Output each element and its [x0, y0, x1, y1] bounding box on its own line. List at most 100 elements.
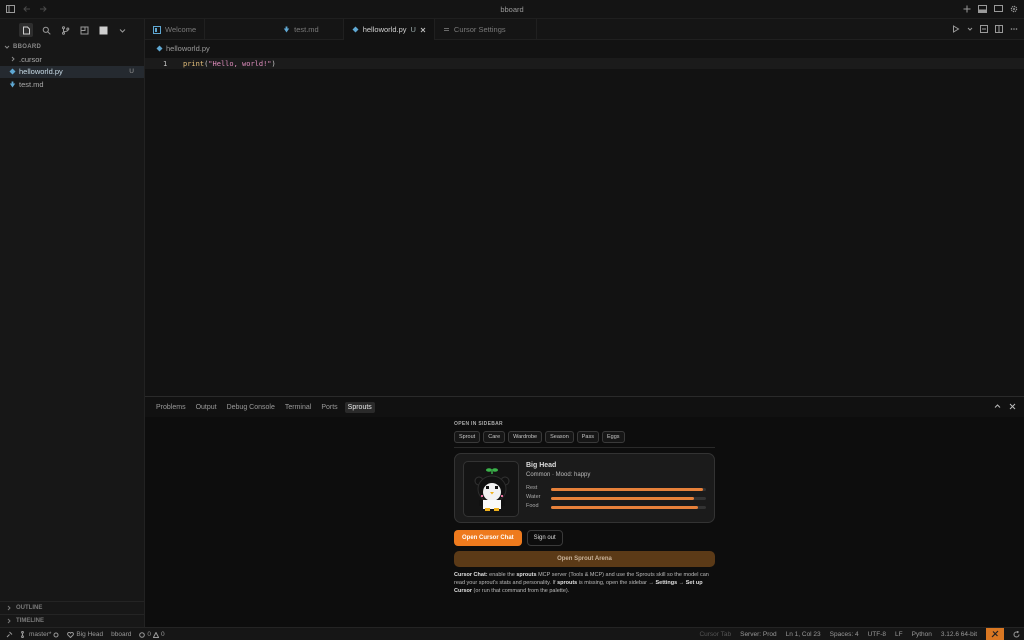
- refresh-icon[interactable]: [1013, 630, 1020, 638]
- tree-item-label: helloworld.py: [19, 67, 63, 77]
- error-count: 0: [147, 631, 152, 638]
- open-cursor-chat-button[interactable]: Open Cursor Chat: [454, 530, 522, 546]
- chevron-down-icon[interactable]: [116, 24, 128, 36]
- tab-helloworld[interactable]: helloworld.py U: [343, 19, 435, 40]
- chevron-down-icon: [4, 44, 10, 50]
- interpreter-version[interactable]: 3.12.6 64-bit: [941, 631, 977, 638]
- tree-item-test-md[interactable]: test.md: [0, 78, 144, 91]
- tab-label: Welcome: [165, 25, 197, 34]
- timeline-section[interactable]: TIMELINE: [0, 614, 144, 627]
- run-icon[interactable]: [952, 25, 960, 33]
- chip-season[interactable]: Season: [545, 431, 574, 443]
- source-control-icon[interactable]: [59, 24, 71, 36]
- heart-icon: [67, 631, 75, 638]
- cursor-chat-note: Cursor Chat: enable the sprouts MCP serv…: [454, 571, 715, 595]
- remote-icon[interactable]: [6, 631, 13, 638]
- cursor-position[interactable]: Ln 1, Col 23: [786, 631, 821, 638]
- stat-fill: [551, 505, 699, 509]
- title-bar: bboard: [0, 0, 1024, 19]
- sync-icon: [53, 632, 59, 638]
- open-sprout-arena-button[interactable]: Open Sprout Arena: [454, 551, 715, 567]
- pet-status[interactable]: Big Head: [67, 631, 103, 638]
- modified-badge: U: [410, 25, 416, 34]
- tree-item-label: test.md: [19, 79, 44, 89]
- toggle-panel-icon[interactable]: [978, 5, 987, 13]
- branch-name: master*: [29, 631, 52, 638]
- settings-icon: [443, 26, 450, 33]
- note-text: →: [677, 580, 686, 586]
- chevron-right-icon: [10, 56, 16, 62]
- chip-wardrobe[interactable]: Wardrobe: [508, 431, 543, 443]
- tab-sprouts[interactable]: Sprouts: [344, 401, 375, 413]
- gear-icon[interactable]: [1010, 5, 1018, 13]
- line-ending[interactable]: LF: [895, 631, 903, 638]
- tab-terminal[interactable]: Terminal: [282, 402, 314, 413]
- tab-ports[interactable]: Ports: [318, 402, 340, 413]
- tab-cursor-settings[interactable]: Cursor Settings: [435, 19, 537, 40]
- stat-bar: [551, 487, 706, 491]
- close-icon[interactable]: [420, 27, 426, 33]
- stat-label: Water: [526, 494, 541, 500]
- square-icon[interactable]: [97, 24, 109, 36]
- chip-care[interactable]: Care: [483, 431, 506, 443]
- panel-tabs: Problems Output Debug Console Terminal P…: [145, 397, 1024, 417]
- activity-bar: [0, 19, 144, 41]
- warning-count: 0: [161, 631, 165, 638]
- explorer-files-icon[interactable]: [19, 23, 33, 37]
- pet-card: Big Head Common · Mood: happy Rest Water…: [454, 453, 715, 523]
- code-editor[interactable]: 1 print("Hello, world!"): [145, 56, 1024, 396]
- chip-sprout[interactable]: Sprout: [454, 431, 481, 443]
- timeline-label: TIMELINE: [16, 618, 44, 624]
- line-number: 1: [163, 60, 168, 68]
- plus-icon[interactable]: [963, 5, 971, 13]
- chip-eggs[interactable]: Eggs: [601, 431, 625, 443]
- stat-water: Water: [526, 494, 706, 502]
- compare-icon[interactable]: [980, 25, 988, 33]
- tree-item-label: .cursor: [19, 54, 42, 64]
- tab-problems[interactable]: Problems: [153, 402, 189, 413]
- problems-status[interactable]: 00: [139, 631, 165, 638]
- encoding[interactable]: UTF-8: [868, 631, 886, 638]
- note-strong: sprouts: [557, 580, 578, 586]
- tree-item-cursor-folder[interactable]: .cursor: [0, 53, 144, 66]
- outline-section[interactable]: OUTLINE: [0, 601, 144, 614]
- server-status[interactable]: Server: Prod: [740, 631, 777, 638]
- pet-status-label: Big Head: [76, 631, 104, 638]
- code-paren: ): [271, 60, 276, 68]
- extensions-icon[interactable]: [78, 24, 90, 36]
- tree-item-helloworld[interactable]: helloworld.py U: [0, 65, 144, 78]
- stat-food: Food: [526, 503, 706, 511]
- code-line[interactable]: print("Hello, world!"): [183, 60, 276, 68]
- breadcrumb[interactable]: helloworld.py: [156, 44, 210, 53]
- current-line-highlight: [145, 58, 1024, 69]
- language-mode[interactable]: Python: [912, 631, 932, 638]
- search-icon[interactable]: [40, 24, 52, 36]
- chevron-up-icon[interactable]: [994, 403, 1001, 410]
- workspace-root[interactable]: BBOARD: [0, 41, 144, 53]
- python-file-icon: [352, 26, 359, 33]
- tab-debug-console[interactable]: Debug Console: [224, 402, 278, 413]
- chip-pass[interactable]: Pass: [576, 431, 599, 443]
- outline-label: OUTLINE: [16, 605, 43, 611]
- close-icon[interactable]: [1009, 403, 1016, 410]
- cursor-tab-status[interactable]: Cursor Tab: [699, 631, 731, 638]
- editor-tab-bar: Welcome test.md helloworld.py U Cursor S…: [145, 19, 1024, 40]
- branch-status[interactable]: master*: [21, 631, 59, 638]
- sign-out-button[interactable]: Sign out: [526, 530, 563, 546]
- workspace-status[interactable]: bboard: [111, 631, 131, 638]
- sprout-status-icon[interactable]: [986, 628, 1004, 640]
- chat-icon[interactable]: [994, 5, 1003, 13]
- tab-output[interactable]: Output: [193, 402, 220, 413]
- markdown-file-icon: [283, 26, 290, 33]
- more-icon[interactable]: [1010, 25, 1018, 33]
- code-string: "Hello, world!": [208, 60, 272, 68]
- chevron-down-icon[interactable]: [967, 25, 973, 33]
- tab-test-md[interactable]: test.md: [205, 19, 344, 40]
- bottom-panel: Problems Output Debug Console Terminal P…: [145, 396, 1024, 628]
- stat-fill: [551, 487, 703, 491]
- welcome-icon: [153, 25, 161, 34]
- indentation[interactable]: Spaces: 4: [830, 631, 859, 638]
- split-editor-icon[interactable]: [995, 25, 1003, 33]
- tab-welcome[interactable]: Welcome: [145, 19, 206, 40]
- stat-bar: [551, 496, 706, 500]
